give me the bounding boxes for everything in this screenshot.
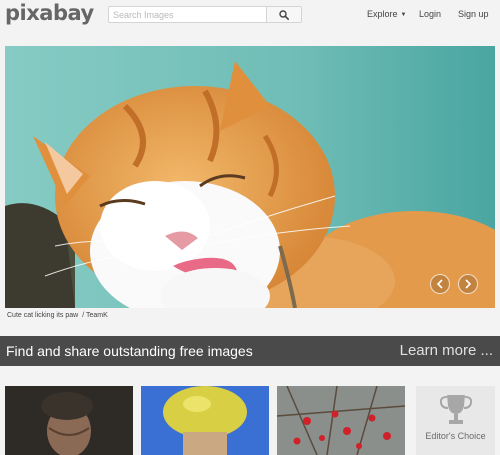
thumbnail-red-berries[interactable] xyxy=(277,386,405,455)
learn-more-link[interactable]: Learn more ... xyxy=(400,342,493,359)
search-box xyxy=(108,6,302,23)
trophy-icon xyxy=(439,395,473,424)
pixabay-logo[interactable]: pixabay xyxy=(5,2,94,24)
hero-image[interactable] xyxy=(5,46,495,308)
search-input[interactable] xyxy=(109,7,266,22)
thumbnail-yellow-object[interactable] xyxy=(141,386,269,455)
banner-title: Find and share outstanding free images xyxy=(6,343,253,359)
thumbnail-image xyxy=(277,386,405,455)
caption-title[interactable]: Cute cat licking its paw xyxy=(7,312,78,319)
caret-down-icon: ▼ xyxy=(400,12,407,18)
search-icon xyxy=(279,9,289,20)
chevron-left-icon xyxy=(436,279,443,289)
nav-explore[interactable]: Explore ▼ xyxy=(367,9,406,19)
nav-explore-label: Explore xyxy=(367,9,398,19)
thumbnail-image xyxy=(5,386,133,455)
thumbnail-image xyxy=(141,386,269,455)
previous-arrow-button[interactable] xyxy=(430,274,450,294)
top-bar: pixabay Explore▼ Login Sign up xyxy=(0,0,500,30)
cat-photo xyxy=(5,46,495,308)
caption-author[interactable]: / TeamK xyxy=(82,312,108,319)
hero-caption: Cute cat licking its paw / TeamK xyxy=(7,312,108,319)
next-arrow-button[interactable] xyxy=(458,274,478,294)
nav-login[interactable]: Login xyxy=(419,9,441,19)
promo-banner: Find and share outstanding free images L… xyxy=(0,336,500,366)
search-button[interactable] xyxy=(266,7,301,22)
chevron-right-icon xyxy=(465,279,472,289)
nav-signup[interactable]: Sign up xyxy=(458,9,489,19)
thumbnail-portrait[interactable] xyxy=(5,386,133,455)
editors-choice-label: Editor's Choice xyxy=(425,431,486,441)
editors-choice-tile[interactable]: Editor's Choice xyxy=(416,386,495,455)
